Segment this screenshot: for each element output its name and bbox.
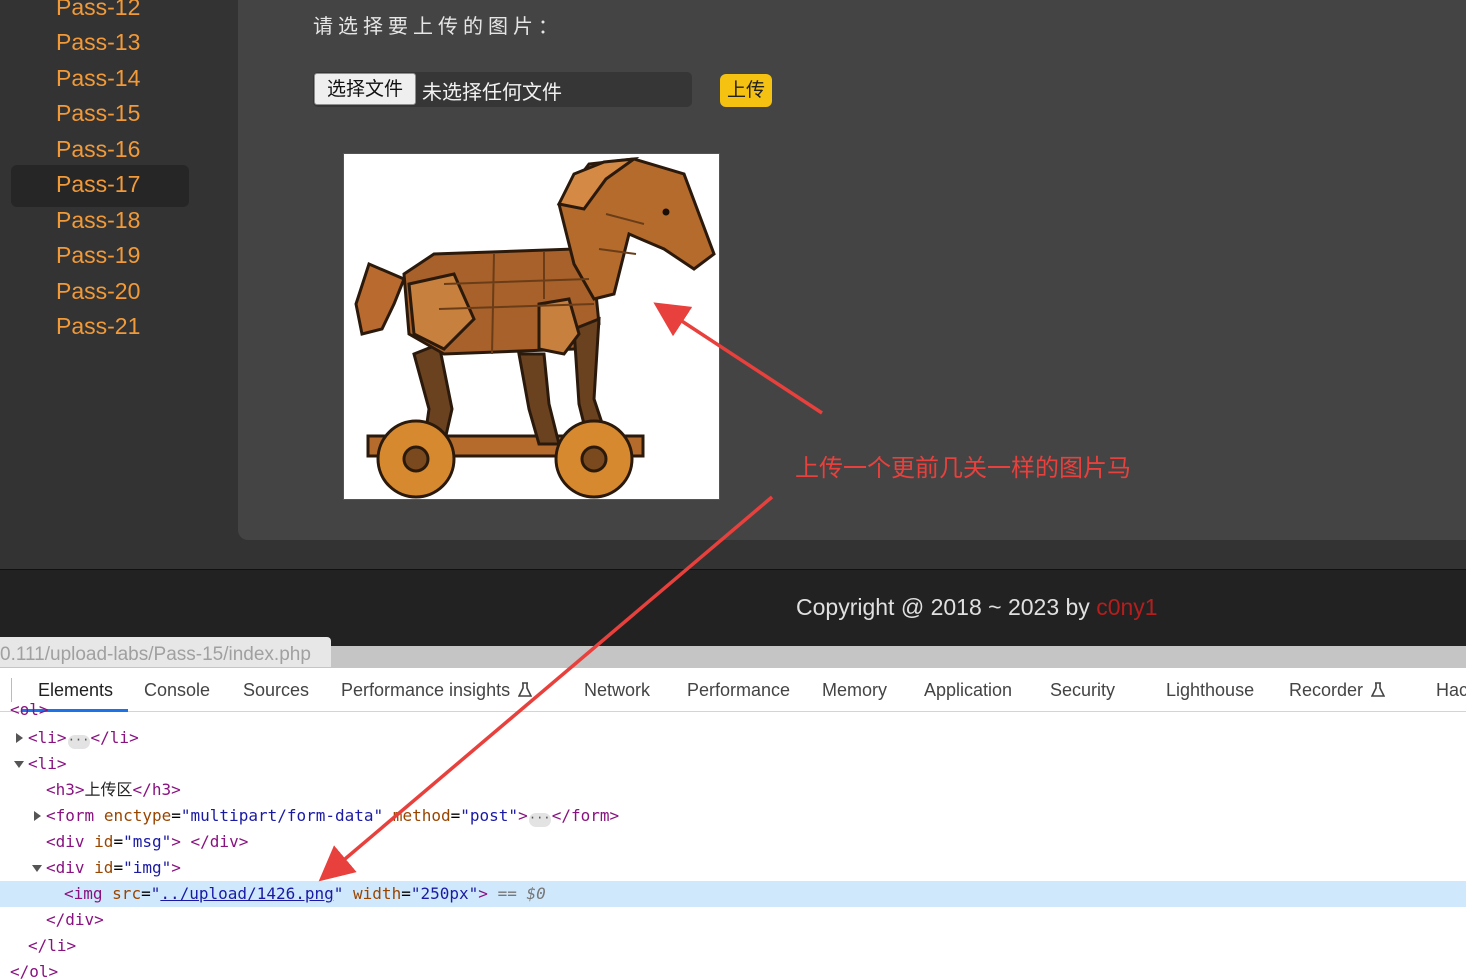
upload-prompt: 请选择要上传的图片： — [313, 14, 563, 38]
file-status: 未选择任何文件 — [422, 80, 562, 104]
sidebar-item-label: Pass-15 — [56, 100, 141, 126]
dom-line-h3[interactable]: <h3>上传区</h3> — [0, 777, 1466, 803]
sidebar-item-label: Pass-20 — [56, 278, 141, 304]
upload-labs-page: Pass-12 Pass-13 Pass-14 Pass-15 Pass-16 … — [0, 0, 1466, 646]
dom-line-div-close[interactable]: </div> — [0, 907, 1466, 933]
dom-line-li-close[interactable]: </li> — [0, 933, 1466, 959]
sidebar-item-label: Pass-13 — [56, 29, 141, 55]
dom-line-div-img[interactable]: <div id="img"> — [0, 855, 1466, 881]
dom-line-ol-close[interactable]: </ol> — [0, 959, 1466, 979]
screen: Pass-12 Pass-13 Pass-14 Pass-15 Pass-16 … — [0, 0, 1466, 979]
expand-arrow-icon[interactable] — [34, 811, 41, 821]
upload-button[interactable]: 上传 — [720, 74, 772, 107]
sidebar-item-label: Pass-18 — [56, 207, 141, 233]
img-src-link[interactable]: ../upload/1426.png — [160, 884, 333, 903]
copyright-text: Copyright @ 2018 ~ 2023 by — [796, 594, 1097, 620]
dom-tree: <ol> <li>···</li> <li> <h3>上传区</h3> <for… — [0, 700, 1466, 979]
uploaded-image-preview — [343, 153, 720, 500]
dom-line-form[interactable]: <form enctype="multipart/form-data" meth… — [0, 803, 1466, 829]
dom-line-li-collapsed[interactable]: <li>···</li> — [0, 725, 1466, 751]
flask-icon — [1371, 682, 1386, 697]
sidebar-item-label: Pass-17 — [56, 171, 141, 197]
copyright: Copyright @ 2018 ~ 2023 by c0ny1 — [796, 594, 1158, 621]
ellipsis-icon[interactable]: ··· — [528, 812, 551, 827]
sidebar: Pass-12 Pass-13 Pass-14 Pass-15 Pass-16 … — [0, 0, 200, 570]
sidebar-item-label: Pass-14 — [56, 65, 141, 91]
dom-line-li-open[interactable]: <li> — [0, 751, 1466, 777]
trojan-horse-image — [354, 156, 716, 499]
annotation-text: 上传一个更前几关一样的图片马 — [795, 454, 1131, 482]
dom-line-div-msg[interactable]: <div id="msg"> </div> — [0, 829, 1466, 855]
collapse-arrow-icon[interactable] — [32, 865, 42, 872]
sidebar-item-label: Pass-19 — [56, 242, 141, 268]
flask-icon — [518, 682, 533, 697]
choose-file-button[interactable]: 选择文件 — [314, 73, 416, 105]
ellipsis-icon[interactable]: ··· — [67, 734, 90, 749]
footer: Copyright @ 2018 ~ 2023 by c0ny1 — [0, 569, 1466, 646]
dom-line-ol[interactable]: <ol> — [0, 697, 1466, 723]
sidebar-item-pass-21[interactable]: Pass-21 — [11, 307, 189, 349]
expand-arrow-icon[interactable] — [16, 733, 23, 743]
collapse-arrow-icon[interactable] — [14, 761, 24, 768]
dom-line-img-selected[interactable]: <img src="../upload/1426.png" width="250… — [0, 881, 1466, 907]
file-input[interactable]: 选择文件 未选择任何文件 — [313, 72, 692, 107]
sidebar-item-label: Pass-12 — [56, 0, 141, 20]
status-url: 0.111/upload-labs/Pass-15/index.php — [0, 644, 311, 665]
devtools-panel: Elements Console Sources Performance ins… — [0, 668, 1466, 979]
sidebar-item-label: Pass-16 — [56, 136, 141, 162]
author-link[interactable]: c0ny1 — [1096, 594, 1157, 620]
sidebar-item-label: Pass-21 — [56, 313, 141, 339]
status-url-bubble: 0.111/upload-labs/Pass-15/index.php — [0, 637, 331, 667]
